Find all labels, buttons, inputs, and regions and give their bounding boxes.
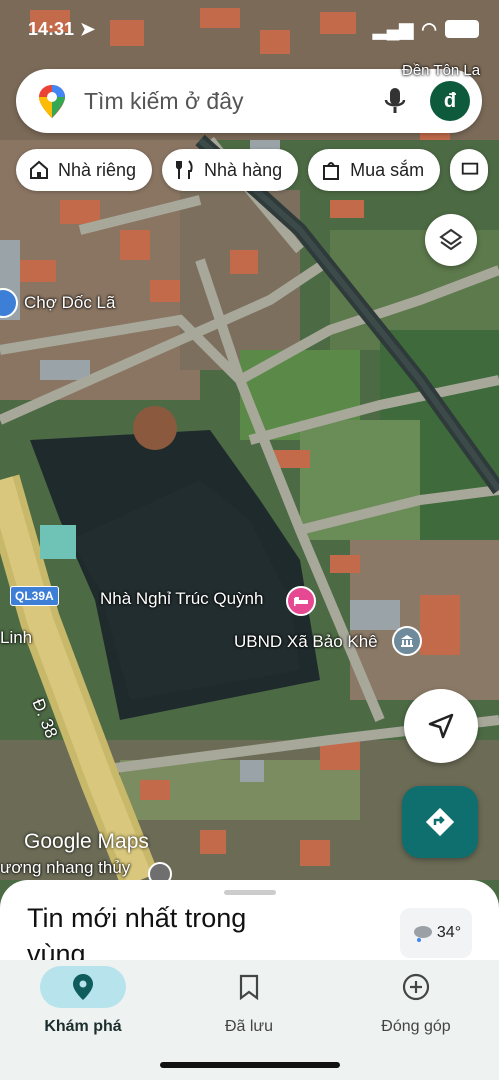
layers-icon <box>439 228 463 251</box>
chip-label: Nhà riêng <box>58 159 137 180</box>
shopping-icon <box>323 162 340 180</box>
navigation-arrow-icon <box>428 713 454 739</box>
cloud-rain-icon <box>413 926 432 942</box>
bottom-sheet[interactable]: Tin mới nhất trong vùng 34° <box>0 880 499 970</box>
chip-more[interactable] <box>450 149 489 191</box>
sheet-handle[interactable] <box>224 890 276 895</box>
status-time: 14:31 <box>28 18 75 39</box>
search-input[interactable]: Tìm kiếm ở đây <box>84 88 378 115</box>
chip-label: Nhà hàng <box>204 159 283 180</box>
label-edge-left: Linh <box>0 628 33 647</box>
label-top-right[interactable]: Đền Tôn La <box>402 62 480 79</box>
chip-home[interactable]: Nhà riêng <box>16 149 153 191</box>
google-maps-watermark: Google Maps <box>24 830 149 853</box>
chip-restaurant[interactable]: Nhà hàng <box>162 149 299 191</box>
tab-contribute[interactable]: Đóng góp <box>336 966 496 1036</box>
mic-icon[interactable] <box>378 84 412 118</box>
weather-chip[interactable]: 34° <box>400 908 472 958</box>
laptop-icon <box>461 162 479 175</box>
directions-button[interactable] <box>402 786 478 858</box>
bookmark-icon <box>239 974 259 1000</box>
tab-label: Đóng góp <box>381 1018 451 1035</box>
wifi-icon: ◠ <box>421 18 437 39</box>
layers-button[interactable] <box>425 214 477 266</box>
label-bottom-left[interactable]: ương nhang thủy <box>0 858 130 878</box>
my-location-button[interactable] <box>404 689 478 763</box>
label-guesthouse[interactable]: Nhà Nghỉ Trúc Quỳnh <box>100 589 263 609</box>
label-market[interactable]: Chợ Dốc Lã <box>24 293 115 313</box>
tab-label: Khám phá <box>44 1018 122 1035</box>
google-maps-pin-icon <box>39 85 65 118</box>
government-building-icon[interactable] <box>392 626 422 656</box>
hotel-bed-icon[interactable] <box>286 586 316 616</box>
restaurant-icon <box>176 160 193 179</box>
temperature: 34° <box>436 924 462 941</box>
tab-label: Đã lưu <box>224 1018 274 1035</box>
category-chips: Nhà riêng Nhà hàng Mua sắm <box>16 149 489 191</box>
home-indicator[interactable] <box>160 1062 340 1068</box>
home-icon <box>30 160 48 179</box>
chip-shopping[interactable]: Mua sắm <box>308 149 441 191</box>
avatar[interactable]: đ <box>430 81 470 121</box>
road-badge-ql39a: QL39A <box>10 586 59 606</box>
battery-icon <box>445 20 479 38</box>
tab-explore[interactable]: Khám phá <box>3 966 163 1036</box>
chip-label: Mua sắm <box>350 159 425 180</box>
explore-tab-pill <box>40 966 126 1008</box>
explore-pin-icon <box>73 974 93 1000</box>
status-bar: 14:31 ➤ ▂▄▆ ◠ <box>28 14 479 44</box>
signal-icon: ▂▄▆ <box>372 18 414 39</box>
directions-icon <box>425 807 455 837</box>
status-icons: ▂▄▆ ◠ <box>373 19 479 40</box>
tab-saved[interactable]: Đã lưu <box>169 966 329 1036</box>
add-circle-icon <box>402 973 430 1001</box>
location-arrow-icon: ➤ <box>80 18 96 39</box>
label-ubnd[interactable]: UBND Xã Bảo Khê <box>234 632 378 652</box>
